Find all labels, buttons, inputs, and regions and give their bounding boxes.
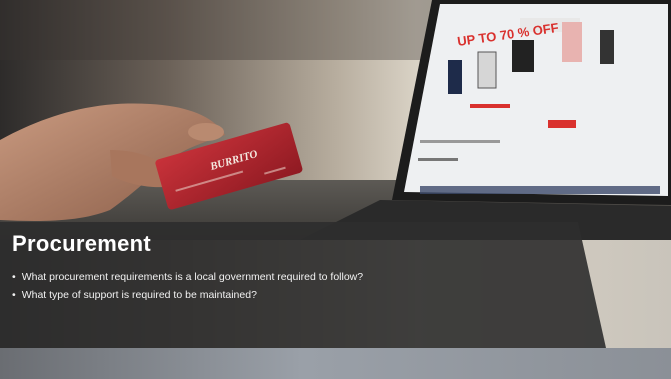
bullet-item: What type of support is required to be m… xyxy=(12,286,363,304)
bullet-item: What procurement requirements is a local… xyxy=(12,268,363,286)
slide: UP TO 70 % OFF BURRITO Procurement • Wha… xyxy=(0,0,671,379)
laptop-screen: UP TO 70 % OFF xyxy=(392,0,671,205)
bottom-band xyxy=(0,348,671,379)
bullet-list: What procurement requirements is a local… xyxy=(12,268,363,304)
slide-title: Procurement xyxy=(12,231,152,256)
